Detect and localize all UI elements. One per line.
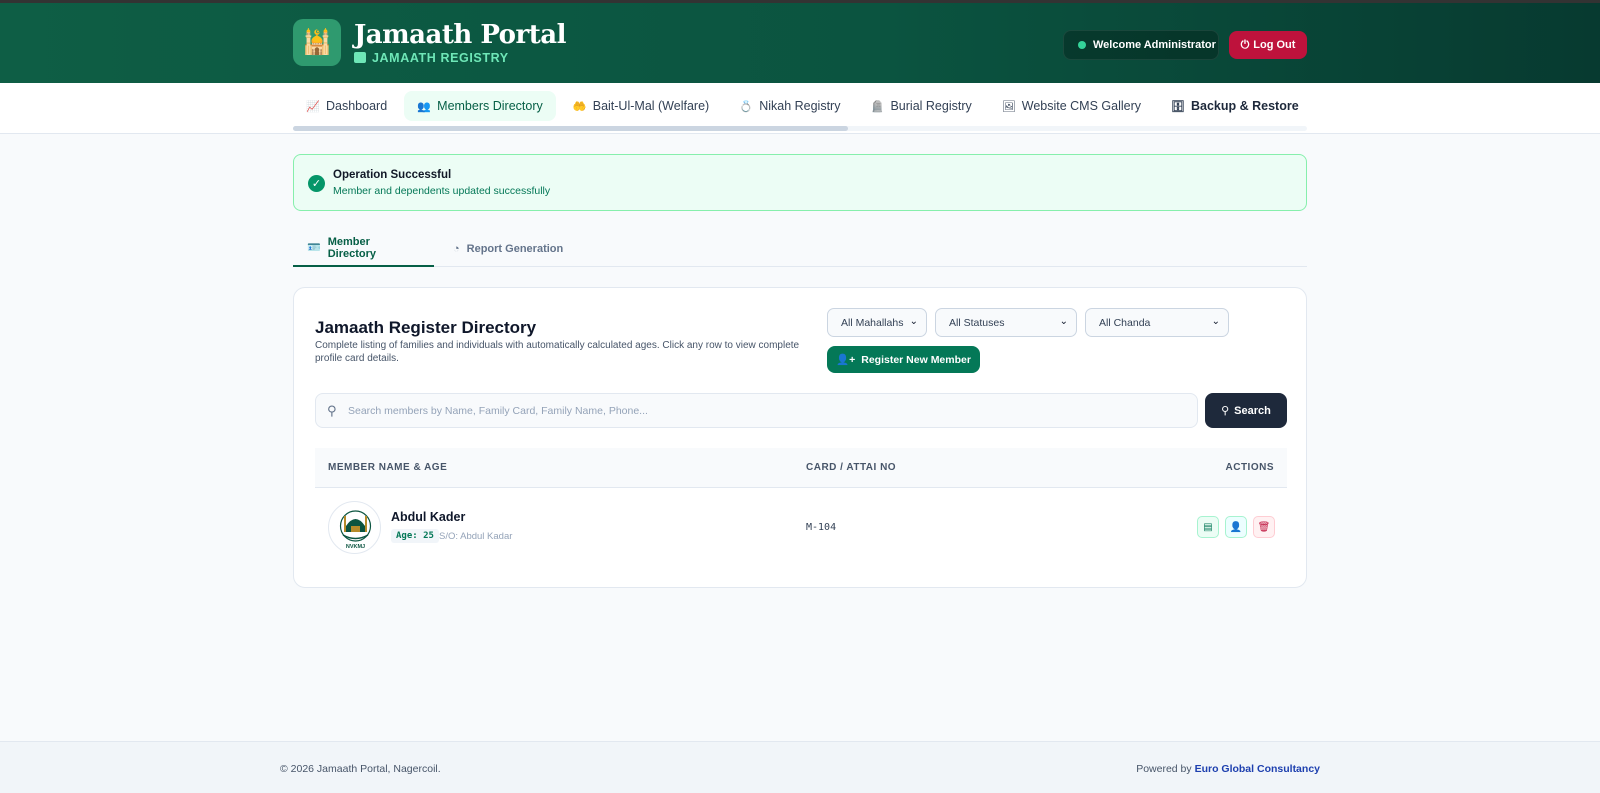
alert-title: Operation Successful xyxy=(333,169,452,181)
chart-line-icon: 📈 xyxy=(306,100,320,113)
chanda-filter-value: All Chanda xyxy=(1099,316,1151,329)
nav-scrollbar[interactable] xyxy=(293,126,1307,131)
id-card-icon: ▤ xyxy=(1203,521,1213,533)
user-plus-icon: 👤+ xyxy=(836,354,856,366)
copyright: © 2026 Jamaath Portal, Nagercoil. xyxy=(280,763,441,775)
directory-description: Complete listing of families and individ… xyxy=(315,340,800,364)
register-button-label: Register New Member xyxy=(861,353,971,366)
mosque-logo-icon: 🕌 xyxy=(293,19,341,66)
mahallah-filter-value: All Mahallahs xyxy=(841,316,904,329)
nav-item-bait-ul-mal[interactable]: 🤲 Bait-Ul-Mal (Welfare) xyxy=(560,91,722,121)
status-filter[interactable]: All Statuses ⌄ xyxy=(935,308,1077,337)
chevron-down-icon: ⌄ xyxy=(1059,316,1068,327)
database-icon: 🗄 xyxy=(1171,100,1185,113)
nav-item-dashboard[interactable]: 📈 Dashboard xyxy=(293,91,400,121)
brand[interactable]: 🕌 Jamaath Portal JAMAATH REGISTRY xyxy=(293,19,566,66)
search-input[interactable] xyxy=(348,394,1188,427)
table-header: MEMBER NAME & AGE CARD / ATTAI NO ACTION… xyxy=(315,448,1287,488)
age-badge: Age: 25 xyxy=(391,529,439,543)
map-icon xyxy=(354,52,366,63)
chanda-filter[interactable]: All Chanda ⌄ xyxy=(1085,308,1229,337)
welcome-text: Welcome Administrator xyxy=(1093,39,1216,51)
tab-member-directory[interactable]: 🪪 Member Directory xyxy=(293,230,434,267)
column-header-card: CARD / ATTAI NO xyxy=(806,462,897,473)
avatar-text: NVKMJ xyxy=(346,544,365,550)
member-avatar: NVKMJ xyxy=(328,501,381,554)
column-header-actions: ACTIONS xyxy=(1225,462,1274,473)
user-gear-icon: 👤 xyxy=(1229,521,1243,533)
status-filter-value: All Statuses xyxy=(949,316,1005,329)
register-new-member-button[interactable]: 👤+ Register New Member xyxy=(827,346,980,373)
table-row[interactable]: NVKMJ Abdul Kader Age: 25 S/O: Abdul Kad… xyxy=(315,488,1287,568)
tab-label: Member Directory xyxy=(327,235,376,260)
monument-icon: 🪦 xyxy=(870,100,885,113)
nav-item-cms-gallery[interactable]: 🖼 Website CMS Gallery xyxy=(989,91,1154,121)
view-card-button[interactable]: ▤ xyxy=(1197,516,1219,538)
nav-item-members-directory[interactable]: 👥 Members Directory xyxy=(404,91,556,121)
app-header: 🕌 Jamaath Portal JAMAATH REGISTRY Welcom… xyxy=(0,0,1600,83)
nav-item-label: Dashboard xyxy=(326,99,388,113)
footer: © 2026 Jamaath Portal, Nagercoil. Powere… xyxy=(0,741,1600,793)
nav-item-label: Bait-Ul-Mal (Welfare) xyxy=(592,99,710,113)
users-icon: 👥 xyxy=(417,100,431,113)
company-link[interactable]: Euro Global Consultancy xyxy=(1195,763,1320,775)
hand-coins-icon: 🤲 xyxy=(572,100,587,113)
chevron-down-icon: ⌄ xyxy=(1211,316,1220,327)
card-number: M-104 xyxy=(806,522,837,533)
nav-item-label: Backup & Restore xyxy=(1191,99,1299,113)
pie-chart-icon: ◔ xyxy=(453,242,460,255)
search-button-label: Search xyxy=(1234,404,1271,417)
nav-scrollbar-thumb[interactable] xyxy=(293,126,848,131)
nav-item-label: Website CMS Gallery xyxy=(1021,99,1141,113)
online-status-icon xyxy=(1078,41,1086,49)
mahallah-filter[interactable]: All Mahallahs ⌄ xyxy=(827,308,927,337)
search-button[interactable]: ⚲ Search xyxy=(1205,393,1287,428)
id-badge-icon: 🪪 xyxy=(307,242,321,254)
app-subtitle: JAMAATH REGISTRY xyxy=(372,50,509,65)
edit-member-button[interactable]: 👤 xyxy=(1225,516,1247,538)
nav-item-label: Nikah Registry xyxy=(759,99,841,113)
check-circle-icon: ✓ xyxy=(308,175,325,192)
search-field[interactable]: ⚲ xyxy=(315,393,1198,428)
tab-report-generation[interactable]: ◔ Report Generation xyxy=(439,230,577,267)
nav-item-burial-registry[interactable]: 🪦 Burial Registry xyxy=(857,91,984,121)
welcome-badge: Welcome Administrator xyxy=(1063,30,1219,60)
search-icon: ⚲ xyxy=(327,403,337,418)
member-name: Abdul Kader xyxy=(391,510,466,524)
main-nav: 📈 Dashboard 👥 Members Directory 🤲 Bait-U… xyxy=(0,83,1600,134)
alert-message: Member and dependents updated successful… xyxy=(333,185,551,197)
member-parent: S/O: Abdul Kadar xyxy=(439,531,513,542)
nav-item-backup-restore[interactable]: 🗄 Backup & Restore xyxy=(1158,91,1312,121)
nav-item-label: Burial Registry xyxy=(890,99,972,113)
delete-member-button[interactable]: 🗑 xyxy=(1253,516,1275,538)
mosque-emblem-icon: NVKMJ xyxy=(339,510,372,550)
directory-card: Jamaath Register Directory Complete list… xyxy=(293,287,1307,588)
nav-item-nikah-registry[interactable]: 💍 Nikah Registry xyxy=(726,91,853,121)
powered-by-label: Powered by xyxy=(1136,763,1192,775)
search-icon: ⚲ xyxy=(1221,405,1230,417)
trash-icon: 🗑 xyxy=(1257,521,1271,533)
chevron-down-icon: ⌄ xyxy=(909,316,918,327)
logout-button[interactable]: ⏻ Log Out xyxy=(1229,31,1307,59)
nav-item-label: Members Directory xyxy=(437,99,543,113)
power-icon: ⏻ xyxy=(1240,38,1250,51)
tab-label: Report Generation xyxy=(466,242,564,255)
directory-subtabs: 🪪 Member Directory ◔ Report Generation xyxy=(293,230,1307,267)
directory-title: Jamaath Register Directory xyxy=(315,318,537,337)
app-title: Jamaath Portal xyxy=(354,19,566,50)
column-header-name: MEMBER NAME & AGE xyxy=(328,462,448,473)
logout-label: Log Out xyxy=(1253,39,1296,51)
images-icon: 🖼 xyxy=(1001,100,1016,113)
success-alert: ✓ Operation Successful Member and depend… xyxy=(293,154,1307,211)
ring-icon: 💍 xyxy=(739,100,753,113)
